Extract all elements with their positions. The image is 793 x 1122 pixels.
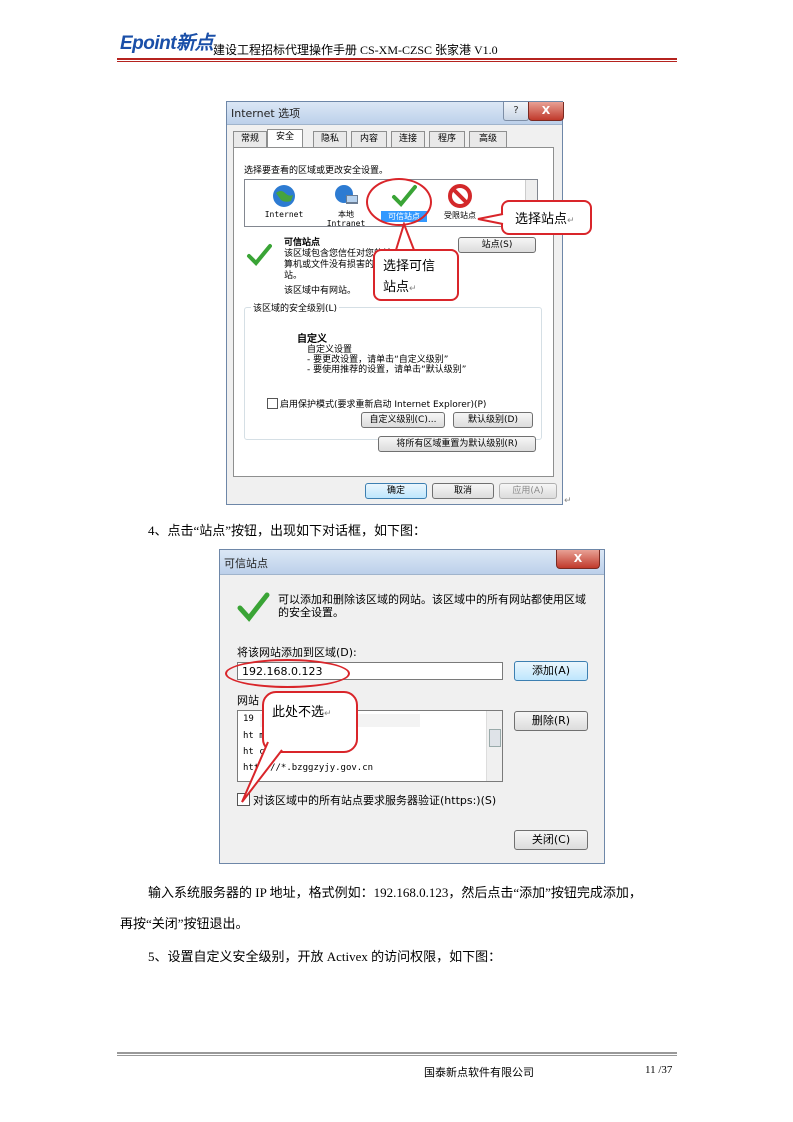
- intranet-icon: [335, 185, 358, 204]
- instruction-text: 再按“关闭”按钮退出。: [120, 916, 249, 931]
- tab-strip: 常规 安全 隐私 内容 连接 程序 高级: [233, 129, 553, 147]
- callout-select-site: 选择站点↵: [501, 200, 592, 235]
- remove-button[interactable]: 删除(R): [514, 711, 588, 731]
- tab-privacy[interactable]: 隐私: [313, 131, 347, 147]
- apply-button[interactable]: 应用(A): [499, 483, 557, 499]
- step-5-text: 5、设置自定义安全级别，开放 Activex 的访问权限，如下图：: [148, 949, 502, 964]
- add-button[interactable]: 添加(A): [514, 661, 588, 681]
- group-label: 该区域的安全级别(L): [251, 301, 340, 314]
- list-item[interactable]: 19: [243, 714, 254, 724]
- zone-internet[interactable]: Internet: [259, 181, 309, 225]
- callout-pointer: [477, 213, 504, 225]
- zone-label: 本地 Intranet: [326, 210, 366, 228]
- tab-security[interactable]: 安全: [267, 129, 303, 147]
- tab-connections[interactable]: 连接: [391, 131, 425, 147]
- header-title: 建设工程招标代理操作手册 CS-XM-CZSC 张家港 V1.0: [213, 43, 498, 57]
- callout-text: 此处不选: [272, 705, 325, 720]
- return-mark: ↵: [567, 216, 575, 226]
- restricted-icon: [448, 184, 472, 208]
- tab-content[interactable]: 内容: [351, 131, 387, 147]
- zone-has-sites: 该区域中有网站。: [284, 286, 357, 296]
- checkmark-icon: [237, 592, 270, 622]
- cancel-button[interactable]: 取消: [432, 483, 494, 499]
- custom-line: - 要更改设置，请单击“自定义级别”: [307, 355, 449, 365]
- callout-text: 选择站点: [515, 212, 568, 227]
- protected-mode-label: 启用保护模式(要求重新启动 Internet Explorer)(P): [280, 400, 487, 410]
- internet-options-dialog: Internet 选项 ? X 常规 安全 隐私 内容 连接 程序 高级 选择要…: [226, 101, 564, 505]
- help-button[interactable]: ?: [503, 102, 529, 121]
- return-mark: ↵: [564, 496, 572, 506]
- step-4-text: 4、点击“站点”按钮，出现如下对话框，如下图：: [148, 523, 427, 538]
- zone-label: Internet: [264, 210, 304, 219]
- callout-text: 选择可信: [383, 259, 436, 274]
- tab-general[interactable]: 常规: [233, 131, 267, 147]
- page-number: 11 /37: [645, 1064, 673, 1076]
- zone-heading: 可信站点: [284, 238, 321, 248]
- close-button[interactable]: X: [528, 102, 564, 121]
- tab-programs[interactable]: 程序: [429, 131, 465, 147]
- dialog-title: 可信站点: [224, 557, 268, 570]
- sites-button[interactable]: 站点(S): [458, 237, 536, 253]
- protected-mode-checkbox[interactable]: [267, 398, 278, 409]
- callout-pointer: [241, 741, 283, 803]
- dialog-title: Internet 选项: [231, 107, 301, 120]
- return-mark: ↵: [324, 709, 332, 719]
- checkmark-icon: [247, 244, 272, 266]
- highlight-ring: [225, 659, 350, 688]
- tab-advanced[interactable]: 高级: [469, 131, 507, 147]
- callout-pointer: [395, 222, 415, 251]
- sites-label: 网站: [237, 694, 259, 707]
- custom-line: 自定义设置: [307, 345, 353, 355]
- header-divider: [117, 58, 677, 60]
- custom-level-button[interactable]: 自定义级别(C)...: [361, 412, 445, 428]
- ok-button[interactable]: 确定: [365, 483, 427, 499]
- company-logo: Epoint新点: [120, 33, 214, 54]
- globe-icon: [273, 185, 295, 207]
- zone-prompt: 选择要查看的区域或更改安全设置。: [244, 166, 389, 176]
- close-button[interactable]: X: [556, 550, 600, 569]
- reset-all-zones-button[interactable]: 将所有区域重置为默认级别(R): [378, 436, 536, 452]
- https-label: 对该区域中的所有站点要求服务器验证(https:)(S): [253, 794, 497, 807]
- sites-list-scrollbar[interactable]: [486, 711, 502, 781]
- callout-text: 站点: [383, 280, 410, 295]
- add-site-label: 将该网站添加到区域(D):: [237, 646, 357, 659]
- footer-company: 国泰新点软件有限公司: [424, 1067, 534, 1079]
- close-dialog-button[interactable]: 关闭(C): [514, 830, 588, 850]
- footer-divider-thin: [117, 1055, 677, 1056]
- header-divider-thin: [117, 61, 677, 62]
- callout-select-trusted: 选择可信 站点↵: [373, 249, 459, 301]
- instruction-text: 输入系统服务器的 IP 地址，格式例如：192.168.0.123，然后点击“添…: [148, 885, 642, 900]
- zone-intranet[interactable]: 本地 Intranet: [323, 181, 369, 228]
- footer-divider: [117, 1052, 677, 1054]
- highlight-ring: [366, 178, 432, 226]
- dialog-titlebar: 可信站点 X: [220, 550, 604, 575]
- security-level-group: 该区域的安全级别(L) 自定义 自定义设置 - 要更改设置，请单击“自定义级别”…: [244, 301, 542, 440]
- return-mark: ↵: [409, 284, 417, 294]
- dialog-titlebar: Internet 选项 ? X: [227, 102, 564, 125]
- info-text: 可以添加和删除该区域的网站。该区域中的所有网站都使用区域的安全设置。: [278, 593, 586, 619]
- custom-title: 自定义: [297, 334, 327, 345]
- default-level-button[interactable]: 默认级别(D): [453, 412, 533, 428]
- custom-line: - 要使用推荐的设置，请单击“默认级别”: [307, 365, 467, 375]
